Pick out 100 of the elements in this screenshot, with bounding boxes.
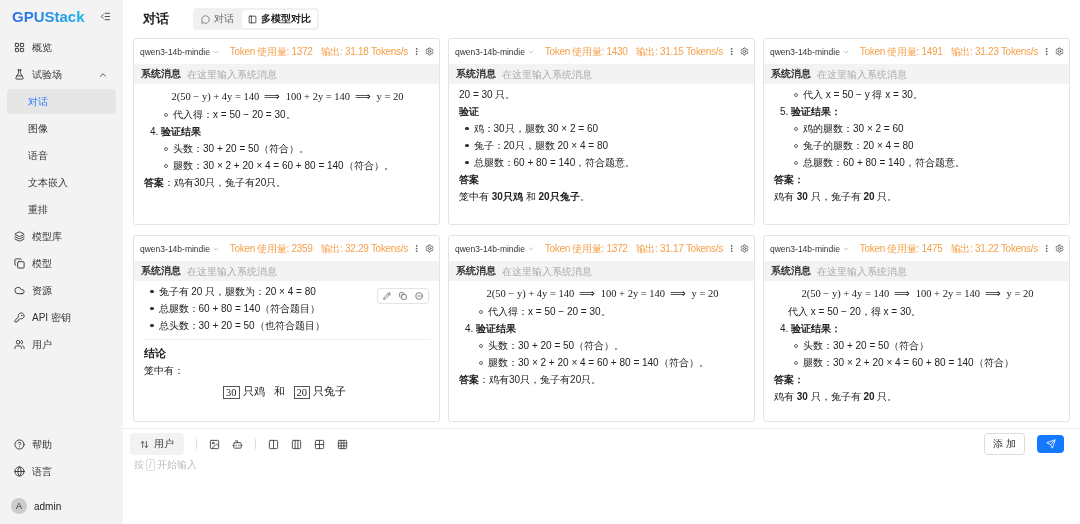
logo: GPUStack	[12, 8, 85, 25]
settings-icon[interactable]	[425, 244, 434, 253]
bullet-icon	[465, 160, 469, 165]
mode-tab[interactable]: 对话	[195, 10, 240, 28]
edit-icon[interactable]	[383, 292, 391, 300]
role-button[interactable]: 用户	[130, 433, 184, 455]
mode-tab[interactable]: 多模型对比	[242, 10, 317, 28]
model-select[interactable]: qwen3-14b-mindie	[770, 243, 850, 254]
output-speed: 输出: 31.22 Tokens/s	[950, 241, 1038, 256]
page-title: 对话	[143, 10, 169, 28]
more-icon[interactable]	[412, 47, 421, 56]
list-heading: 5. 验证结果：	[780, 105, 842, 118]
grid-four-icon[interactable]	[314, 438, 325, 450]
list-item: 代入得：x = 50 − 20 = 30。	[488, 305, 611, 318]
nav-item[interactable]: 语音	[7, 143, 116, 168]
more-icon[interactable]	[727, 244, 736, 253]
copy-icon[interactable]	[399, 292, 407, 300]
list-item: 头数：30 + 20 = 50（符合）。	[173, 142, 310, 155]
list-item: 总头数：30 + 20 = 50（也符合题目）	[158, 319, 325, 332]
list-item: 兔子有 20 只，腿数为：20 × 4 = 80	[158, 285, 316, 298]
nav-item[interactable]: 试验场	[7, 62, 116, 87]
settings-icon[interactable]	[425, 47, 434, 56]
nav-item[interactable]: 模型库	[7, 224, 116, 249]
settings-icon[interactable]	[1055, 47, 1064, 56]
chat-icon	[201, 14, 210, 24]
system-label: 系统消息	[764, 64, 817, 84]
model-select[interactable]: qwen3-14b-mindie	[455, 46, 535, 57]
list-item: 代入得：x = 50 − 20 = 30。	[173, 108, 296, 121]
list-item: 鸡的腿数：30 × 2 = 60	[803, 122, 904, 135]
image-icon[interactable]	[209, 438, 220, 450]
grid-nine-icon[interactable]	[337, 438, 348, 450]
settings-icon[interactable]	[740, 47, 749, 56]
output-speed: 输出: 31.15 Tokens/s	[635, 44, 723, 59]
two-columns-icon[interactable]	[268, 438, 279, 450]
token-usage: Token 使用量: 1372	[544, 241, 628, 256]
section-heading: 验证	[459, 105, 479, 118]
system-label: 系统消息	[134, 261, 187, 281]
list-item: 头数：30 + 20 = 50（符合）。	[488, 339, 625, 352]
list-item: 腿数：30 × 2 + 20 × 4 = 60 + 80 = 140（符合）。	[173, 159, 394, 172]
send-icon	[1045, 439, 1056, 449]
settings-icon[interactable]	[1055, 244, 1064, 253]
system-label: 系统消息	[449, 64, 502, 84]
copy-icon	[14, 258, 25, 269]
more-icon[interactable]	[1042, 244, 1051, 253]
answer-text: 只兔子	[313, 385, 347, 399]
bot-icon[interactable]	[232, 438, 243, 450]
nav-item[interactable]: 模型	[7, 251, 116, 276]
nav-item[interactable]: 帮助	[7, 432, 116, 457]
bullet-icon	[465, 126, 469, 131]
nav-item[interactable]: 概览	[7, 35, 116, 60]
math-equation: 2(50 − y) + 4y = 140 ⟹ 100 + 2y = 140 ⟹ y = 20	[170, 90, 405, 104]
model-select[interactable]: qwen3-14b-mindie	[140, 243, 220, 254]
list-heading: 4. 验证结果	[465, 322, 517, 335]
list-item: 鸡：30只，腿数 30 × 2 = 60	[473, 122, 598, 135]
bullet-icon	[150, 306, 154, 311]
output-speed: 输出: 31.17 Tokens/s	[635, 241, 723, 256]
remove-icon[interactable]	[415, 292, 423, 300]
nav-item[interactable]: 图像	[7, 116, 116, 141]
input-hint: 按	[134, 458, 144, 472]
section-heading: 答案：	[774, 173, 804, 186]
math-equation: 2(50 − y) + 4y = 140 ⟹ 100 + 2y = 140 ⟹ y = 20	[800, 287, 1035, 301]
add-button[interactable]: 添 加	[984, 433, 1025, 455]
more-icon[interactable]	[412, 244, 421, 253]
avatar[interactable]: A	[11, 498, 27, 514]
answer-text: 只鸡	[242, 385, 266, 399]
globe-icon	[14, 466, 25, 477]
answer-text: 和	[273, 385, 286, 399]
answer-text: 20 = 30 只。	[459, 88, 516, 101]
send-button[interactable]	[1037, 435, 1064, 453]
model-select[interactable]: qwen3-14b-mindie	[455, 243, 535, 254]
model-select[interactable]: qwen3-14b-mindie	[140, 46, 220, 57]
user-name: admin	[34, 500, 62, 512]
more-icon[interactable]	[727, 47, 736, 56]
nav-item[interactable]: 文本嵌入	[7, 170, 116, 195]
more-icon[interactable]	[1042, 47, 1051, 56]
grid-icon	[14, 42, 25, 53]
boxed-number: 20	[293, 385, 310, 399]
users-icon	[14, 339, 25, 350]
nav-item[interactable]: 重排	[7, 197, 116, 222]
system-label: 系统消息	[134, 64, 187, 84]
nav-item[interactable]: 用户	[7, 332, 116, 357]
nav-item[interactable]: 资源	[7, 278, 116, 303]
bullet-icon	[150, 323, 154, 328]
settings-icon[interactable]	[740, 244, 749, 253]
math-equation: 2(50 − y) + 4y = 140 ⟹ 100 + 2y = 140 ⟹ y = 20	[485, 287, 720, 301]
nav-item[interactable]: API 密钥	[7, 305, 116, 330]
answer-text: 代入 x = 50 − 20，得 x = 30。	[788, 305, 922, 318]
token-usage: Token 使用量: 2359	[229, 241, 313, 256]
collapse-icon[interactable]	[100, 11, 111, 22]
three-columns-icon[interactable]	[291, 438, 302, 450]
panel-icon	[248, 14, 257, 24]
list-item: 总腿数：60 + 80 = 140（符合题目）	[158, 302, 321, 315]
nav-item[interactable]: 语言	[7, 459, 116, 484]
answer-text: 笼中有 30只鸡 和 20只兔子。	[459, 190, 590, 203]
model-select[interactable]: qwen3-14b-mindie	[770, 46, 850, 57]
shortcut-key: /	[146, 459, 155, 471]
answer-text: 笼中有：	[144, 364, 184, 377]
answer-text: 鸡有 30 只，兔子有 20 只。	[774, 190, 898, 203]
boxed-number: 30	[223, 385, 240, 399]
token-usage: Token 使用量: 1491	[859, 44, 943, 59]
